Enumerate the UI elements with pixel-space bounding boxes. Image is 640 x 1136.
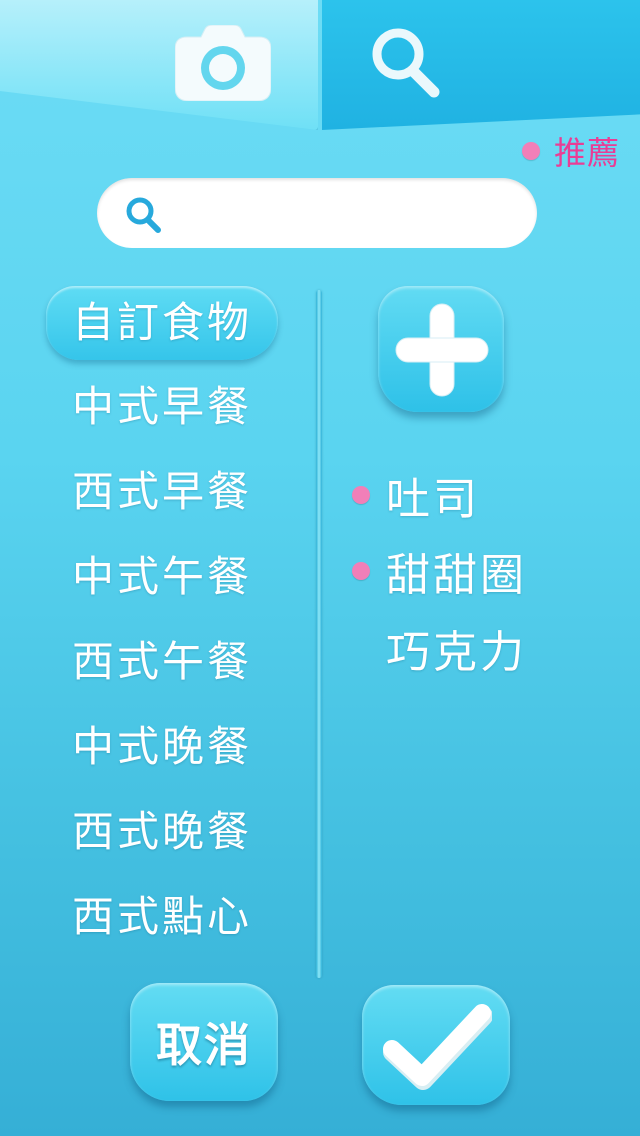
recommend-dot (521, 142, 540, 160)
category-item-chinese-lunch[interactable]: 中式午餐 (46, 540, 278, 614)
recommended-dot (352, 486, 370, 504)
column-divider (316, 290, 322, 978)
category-item-western-breakfast[interactable]: 西式早餐 (46, 455, 278, 529)
food-label: 甜甜圈 (386, 550, 527, 601)
food-item-donut[interactable]: 甜甜圈 (352, 536, 527, 606)
search-input[interactable] (177, 188, 521, 240)
confirm-button[interactable] (362, 985, 510, 1105)
add-food-button[interactable] (378, 286, 504, 412)
category-item-western-dinner[interactable]: 西式晚餐 (46, 795, 278, 869)
category-item-western-snack[interactable]: 西式點心 (46, 880, 278, 954)
cancel-label: 取消 (156, 1018, 252, 1072)
recommended-dot (352, 562, 370, 580)
recommend-legend: 推薦 (521, 133, 620, 172)
category-item-chinese-breakfast[interactable]: 中式早餐 (46, 370, 278, 444)
food-label: 吐司 (386, 474, 480, 525)
camera-icon (175, 25, 271, 101)
category-item-western-lunch[interactable]: 西式午餐 (46, 625, 278, 699)
search-bar[interactable] (97, 178, 537, 248)
recommend-label: 推薦 (553, 134, 620, 172)
plus-icon (395, 303, 489, 397)
search-icon (126, 197, 161, 233)
cancel-button[interactable]: 取消 (130, 983, 278, 1101)
checkmark-icon (383, 1004, 492, 1090)
category-item-chinese-dinner[interactable]: 中式晚餐 (46, 710, 278, 784)
category-item-custom-food[interactable]: 自訂食物 (46, 286, 278, 360)
food-item-toast[interactable]: 吐司 (352, 460, 480, 530)
tab-bar (0, 0, 640, 135)
food-item-chocolate[interactable]: 巧克力 (352, 613, 527, 683)
food-label: 巧克力 (386, 627, 527, 678)
search-tab-icon (372, 28, 440, 98)
